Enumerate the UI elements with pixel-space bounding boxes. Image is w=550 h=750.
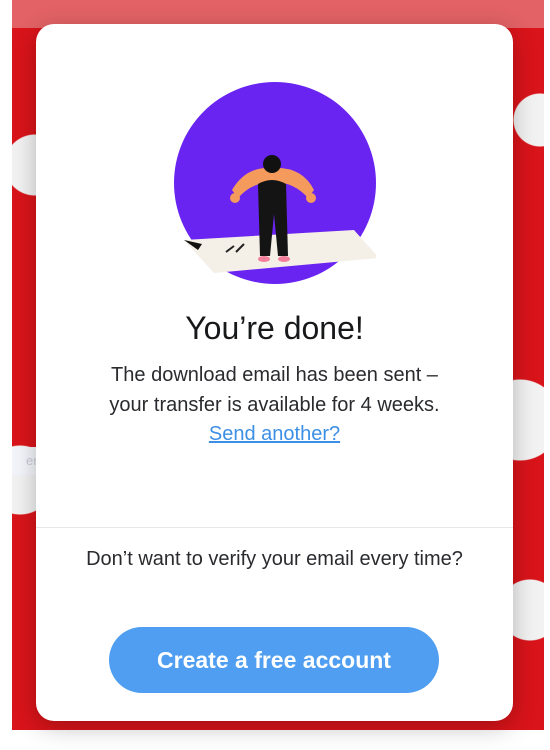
background-edge-left <box>0 0 12 750</box>
section-divider <box>36 527 513 528</box>
dialog-title: You’re done! <box>185 310 364 346</box>
confirmation-message: The download email has been sent – your … <box>56 360 493 420</box>
transfer-complete-dialog: You’re done! The download email has been… <box>36 24 513 721</box>
message-line-1: The download email has been sent – <box>111 364 438 386</box>
create-free-account-button[interactable]: Create a free account <box>109 627 439 693</box>
verify-email-prompt: Don’t want to verify your email every ti… <box>86 548 463 570</box>
background-edge-right <box>544 0 550 750</box>
background-edge-bottom <box>0 730 550 750</box>
send-another-container: Send another? <box>36 423 513 446</box>
message-line-2: your transfer is available for 4 weeks. <box>109 394 440 416</box>
send-another-link[interactable]: Send another? <box>209 423 340 445</box>
person-standing-on-paper-illustration <box>174 80 376 290</box>
